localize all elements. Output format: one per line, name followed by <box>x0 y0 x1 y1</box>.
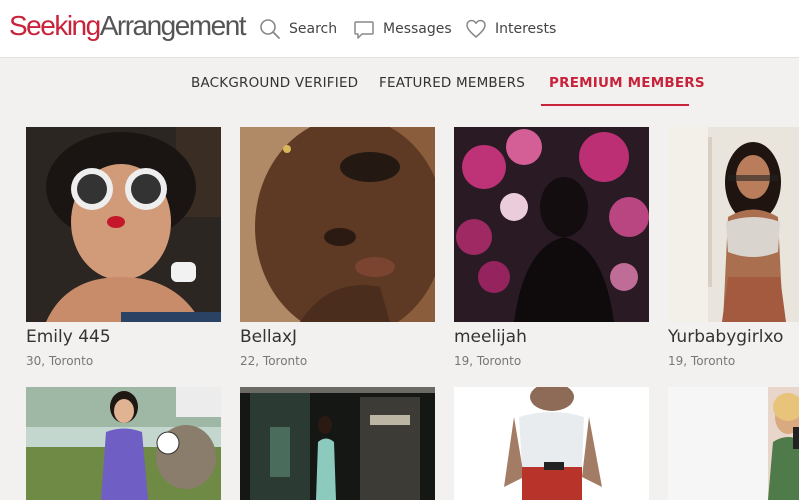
member-photo[interactable] <box>240 387 435 500</box>
member-photo[interactable] <box>454 387 649 500</box>
member-card[interactable] <box>668 387 799 500</box>
nav-messages[interactable]: Messages <box>353 17 452 41</box>
member-card[interactable] <box>454 387 649 500</box>
nav-interests[interactable]: Interests <box>465 17 556 41</box>
nav-messages-label: Messages <box>383 21 452 37</box>
logo[interactable]: SeekingArrangement <box>9 9 247 43</box>
member-card[interactable]: Yurbabygirlxo 19, Toronto <box>668 127 799 368</box>
logo-seeking: Seeking <box>9 10 101 41</box>
top-bar: SeekingArrangement Search Messages Inter… <box>0 0 799 58</box>
member-meta: 30, Toronto <box>26 354 94 368</box>
search-icon <box>260 19 280 39</box>
tab-featured-members[interactable]: FEATURED MEMBERS <box>379 75 525 91</box>
member-name[interactable]: BellaxJ <box>240 326 435 348</box>
heart-icon <box>466 19 486 38</box>
nav-search-label: Search <box>289 21 338 37</box>
member-photo[interactable] <box>454 127 649 322</box>
member-card[interactable] <box>240 387 435 500</box>
member-meta: 19, Toronto <box>668 354 736 368</box>
nav-interests-label: Interests <box>495 21 557 37</box>
chat-bubble-icon <box>354 21 374 39</box>
logo-arrangement: Arrangement <box>99 10 247 41</box>
member-meta: 19, Toronto <box>454 354 522 368</box>
member-tabs: BACKGROUND VERIFIED FEATURED MEMBERS PRE… <box>0 58 799 108</box>
member-photo[interactable] <box>26 387 221 500</box>
member-name[interactable]: Emily 445 <box>26 326 221 348</box>
member-photo[interactable] <box>26 127 221 322</box>
member-card[interactable] <box>26 387 221 500</box>
member-photo[interactable] <box>668 127 799 322</box>
member-name[interactable]: Yurbabygirlxo <box>668 326 799 348</box>
member-card[interactable]: Emily 445 30, Toronto <box>26 127 221 368</box>
member-card[interactable]: meelijah 19, Toronto <box>454 127 649 368</box>
member-meta: 22, Toronto <box>240 354 308 368</box>
active-tab-indicator <box>541 104 689 106</box>
nav-search[interactable]: Search <box>259 17 337 41</box>
member-card[interactable]: BellaxJ 22, Toronto <box>240 127 435 368</box>
member-photo[interactable] <box>240 127 435 322</box>
member-photo[interactable] <box>668 387 799 500</box>
member-name[interactable]: meelijah <box>454 326 649 348</box>
tab-premium-members[interactable]: PREMIUM MEMBERS <box>549 75 705 91</box>
tab-background-verified[interactable]: BACKGROUND VERIFIED <box>191 75 358 91</box>
